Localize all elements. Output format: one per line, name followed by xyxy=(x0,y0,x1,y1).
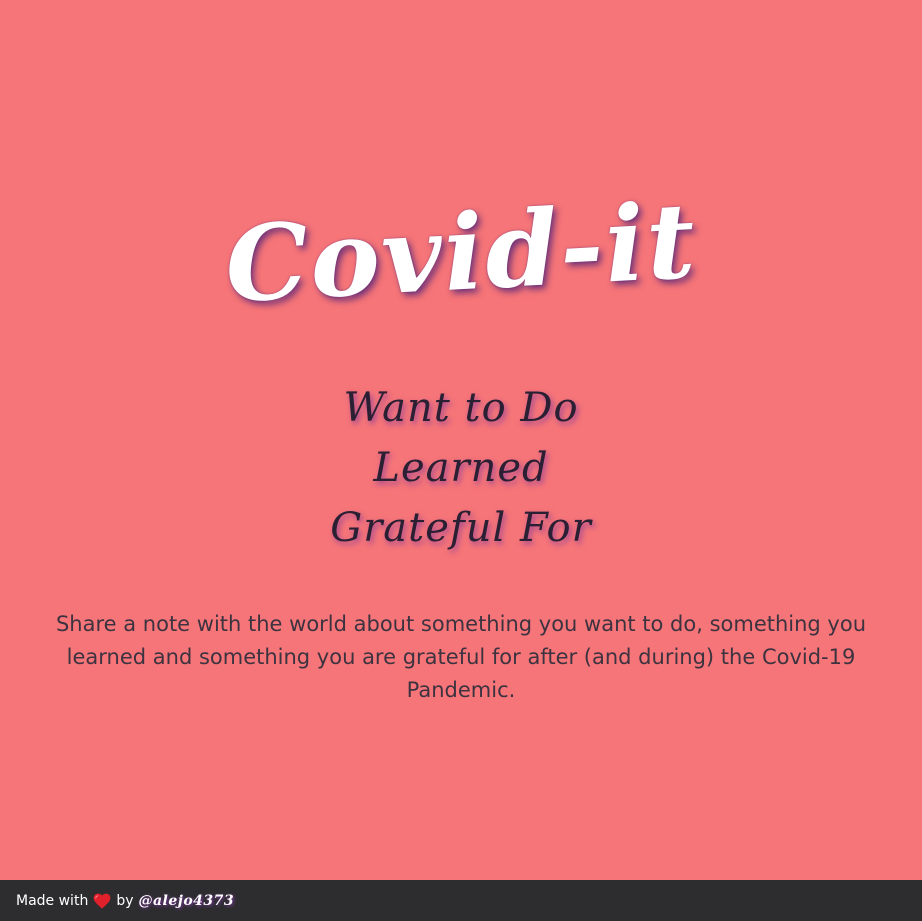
subtitle-list: Want to Do Learned Grateful For xyxy=(0,378,922,558)
app-description: Share a note with the world about someth… xyxy=(55,612,867,702)
heart-icon xyxy=(93,893,111,909)
hero-section: Covid-it Want to Do Learned Grateful For… xyxy=(0,0,922,880)
by-label: by xyxy=(116,892,134,909)
subtitle-grateful-for: Grateful For xyxy=(330,505,592,551)
made-with-label: Made with xyxy=(16,892,89,909)
footer: Made with by @alejo4373 xyxy=(0,880,922,921)
subtitle-learned: Learned xyxy=(373,445,549,491)
subtitle-want-to-do: Want to Do xyxy=(343,385,579,431)
author-link[interactable]: @alejo4373 xyxy=(138,893,234,909)
app-title: Covid-it xyxy=(222,178,700,327)
